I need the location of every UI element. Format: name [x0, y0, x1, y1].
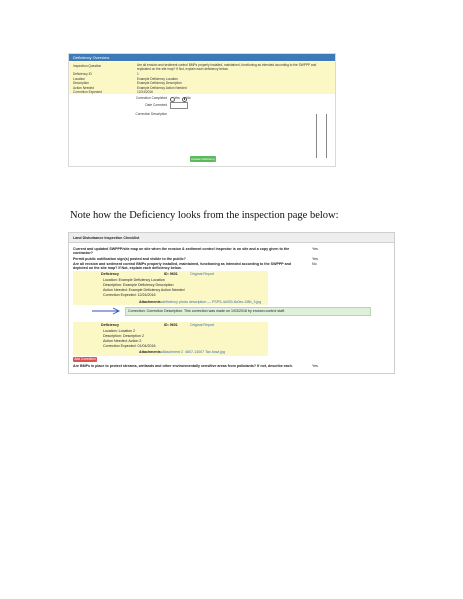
add-correction-button[interactable]: Add Correction	[73, 357, 97, 362]
update-deficiency-button[interactable]: Update Deficiency	[190, 156, 216, 162]
deficiency-1-title: Deficiency	[101, 272, 119, 276]
deficiency-1-location: Location: Example Deficiency Location	[103, 278, 165, 282]
page-caption: Note how the Deficiency looks from the i…	[70, 210, 339, 221]
date-corrected-input[interactable]	[170, 101, 188, 109]
deficiency-1-attachment-link[interactable]: deficiency photo description — PSPS-4c93…	[162, 300, 261, 304]
deficiency-1-action: Action Needed: Example Deficiency Action…	[103, 288, 185, 292]
deficiency-2-action: Action Needed: Action 2	[103, 339, 142, 343]
action-needed-value: Example Deficiency Action Needed	[137, 85, 187, 90]
deficiency-1-attachments-label: Attachments:	[139, 300, 162, 304]
deficiency-1-expected: Correction Expected: 12/24/2016	[103, 293, 156, 297]
correction-description-label: Correction Description	[135, 112, 167, 116]
deficiency-1-correction: Correction: Correction Description. This…	[128, 308, 286, 313]
deficiency-2-expected: Correction Expected: 01/04/2016	[103, 344, 156, 348]
last-question-answer: Yes	[312, 364, 318, 368]
checklist-title: Land Disturbance Inspection Checklist	[73, 235, 140, 240]
question-1-answer: Yes	[312, 247, 318, 251]
deficiency-2-attachment-link-2[interactable]: 4807-14007 Tax.bowl.jpg	[185, 350, 225, 354]
dialog-title: Deficiency Overview	[73, 55, 110, 60]
correction-completed-label: Correction Completed	[135, 96, 167, 100]
question-2-text: Permit public notification sign(s) poste…	[73, 257, 186, 261]
deficiency-id-value: 1	[137, 72, 139, 76]
deficiency-2-original-report-link[interactable]: Original Report	[190, 323, 214, 327]
dialog-title-bar: Deficiency Overview	[69, 54, 335, 61]
question-3-text-cont: depicted on the site map? If Not, explai…	[73, 266, 182, 270]
question-2-answer: Yes	[312, 257, 318, 261]
date-corrected-label: Date Corrected	[145, 103, 167, 107]
description-value: Example Deficiency Description	[137, 81, 182, 85]
deficiency-details-panel: Inspection Question Are all erosion and …	[69, 62, 335, 94]
inspection-question-label: Inspection Question	[73, 64, 102, 68]
deficiency-2-id: ID: 9601	[164, 323, 178, 327]
correction-expected-label: Correction Expected	[73, 90, 102, 94]
deficiency-2-title: Deficiency	[101, 323, 119, 327]
arrow-right-icon	[92, 307, 121, 315]
last-question-text: Are BMPs in place to protect streams, we…	[73, 364, 293, 368]
action-needed-label: Action Needed	[73, 85, 94, 90]
deficiency-2-description: Description: Description 2	[103, 334, 144, 338]
location-label: Location	[73, 76, 86, 81]
deficiency-1-description: Description: Example Deficiency Descript…	[103, 283, 174, 287]
description-label: Description	[73, 81, 89, 85]
correction-expected-value: 12/24/2016	[137, 90, 153, 94]
deficiency-1-original-report-link[interactable]: Original Report	[190, 272, 214, 276]
deficiency-2-attachment-link-1[interactable]: Attachment 2	[162, 350, 183, 354]
question-1-text: Current and updated SWPPP/site map on si…	[73, 247, 290, 251]
location-value: Example Deficiency Location	[137, 76, 178, 81]
question-3-answer: No	[312, 262, 317, 266]
deficiency-2-attachments-label: Attachments:	[139, 350, 162, 354]
radio-yes-label: Yes	[174, 96, 180, 100]
deficiency-dialog-screenshot: Deficiency Overview Inspection Question …	[68, 53, 336, 167]
deficiency-id-label: Deficiency ID	[73, 72, 92, 76]
radio-no-label: No	[186, 96, 191, 100]
inspection-question-value: Are all erosion and sediment control BMP…	[137, 63, 317, 71]
description-scrollbar[interactable]	[316, 114, 317, 158]
deficiency-2-location: Location: Location 2	[103, 329, 136, 333]
inspection-checklist-screenshot: Land Disturbance Inspection Checklist Cu…	[68, 232, 395, 374]
question-1-text-cont: contractor?	[73, 251, 93, 255]
deficiency-1-id: ID: 9601	[164, 272, 178, 276]
dialog-scrollbar[interactable]	[326, 114, 327, 158]
